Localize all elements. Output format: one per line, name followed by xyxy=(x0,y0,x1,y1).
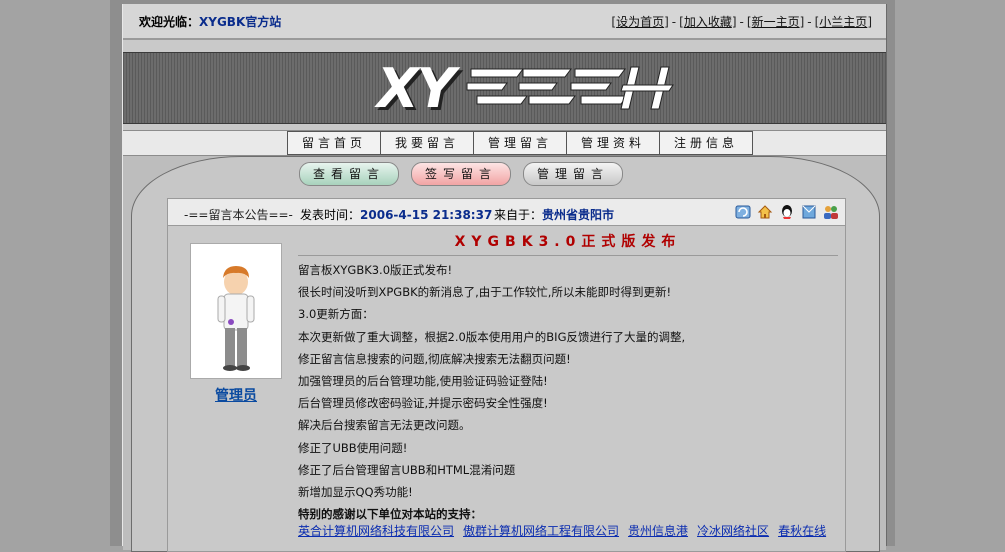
welcome-text: 欢迎光临：XYGBK官方站 xyxy=(139,13,281,30)
xiaolan-homepage-link[interactable]: 小兰主页 xyxy=(819,15,867,29)
view-messages-button[interactable]: 查看留言 xyxy=(299,162,399,186)
manage-messages-button[interactable]: 管理留言 xyxy=(523,162,623,186)
nav-manage-messages[interactable]: 管理留言 xyxy=(473,131,566,155)
avatar xyxy=(190,243,282,379)
message-line: 解决后台搜索留言无法更改问题。 xyxy=(298,418,471,433)
users-icon[interactable] xyxy=(823,204,839,220)
message-line: 新增加显示QQ秀功能! xyxy=(298,484,413,499)
message-line: 修正了UBB使用问题! xyxy=(298,440,408,455)
post-time: 发表时间：2006-4-15 21:38:37 xyxy=(300,206,492,223)
notice-panel: -==留言本公告==- 发表时间：2006-4-15 21:38:37 来自于：… xyxy=(167,198,846,552)
email-icon[interactable] xyxy=(801,204,817,220)
notice-panel-title: -==留言本公告==- xyxy=(184,208,293,222)
author-name[interactable]: 管理员 xyxy=(190,385,282,405)
nav-post[interactable]: 我要留言 xyxy=(380,131,473,155)
top-links: [设为首页] - [加入收藏] - [新一主页] - [小兰主页] xyxy=(611,15,872,29)
message-line: 留言板XYGBK3.0版正式发布! xyxy=(298,263,453,277)
top-bar: 欢迎光临：XYGBK官方站 [设为首页] - [加入收藏] - [新一主页] - [小兰主页… xyxy=(123,4,886,40)
message-line: 3.0更新方面： xyxy=(298,307,374,322)
banner: XY xyxy=(123,52,886,124)
sponsor-link-guizhou-info[interactable]: 贵州信息港 xyxy=(628,522,688,539)
sponsor-link-yinghe[interactable]: 英合计算机网络科技有限公司 xyxy=(298,522,454,539)
message-line: 修正留言信息搜索的问题,彻底解决搜索无法翻页问题! xyxy=(298,351,571,366)
site-name: XYGBK官方站 xyxy=(199,15,282,29)
page-frame: 欢迎光临：XYGBK官方站 [设为首页] - [加入收藏] - [新一主页] - [小兰主页… xyxy=(110,0,895,552)
nav-manage-profile[interactable]: 管理资料 xyxy=(566,131,659,155)
sponsor-link-lengbing[interactable]: 冷冰网络社区 xyxy=(697,522,769,539)
set-homepage-link[interactable]: 设为首页 xyxy=(616,15,664,29)
qq-icon[interactable] xyxy=(779,204,795,220)
refresh-icon[interactable] xyxy=(735,204,751,220)
avatar-figure xyxy=(217,266,255,371)
thanks-links: 英合计算机网络科技有限公司 傲群计算机网络工程有限公司 贵州信息港 冷冰网络社区… xyxy=(298,522,826,539)
post-from: 来自于：贵州省贵阳市 xyxy=(494,206,614,223)
welcome-prefix: 欢迎光临： xyxy=(139,15,200,29)
post-time-label: 发表时间： xyxy=(300,208,361,222)
message-title: XYGBK3.0正式版发布 xyxy=(298,231,838,256)
home-icon[interactable] xyxy=(757,204,773,220)
post-from-label: 来自于： xyxy=(494,208,543,222)
add-favorite-link[interactable]: 加入收藏 xyxy=(684,15,732,29)
nav-bar: 留言首页 我要留言 管理留言 管理资料 注册信息 xyxy=(123,130,886,156)
post-from-value: 贵州省贵阳市 xyxy=(542,208,615,222)
page-container: 欢迎光临：XYGBK官方站 [设为首页] - [加入收藏] - [新一主页] - [小兰主页… xyxy=(122,4,887,552)
nav-register[interactable]: 注册信息 xyxy=(659,131,753,155)
message-line: 加强管理员的后台管理功能,使用验证码验证登陆! xyxy=(298,373,548,388)
write-message-button[interactable]: 签写留言 xyxy=(411,162,511,186)
sponsor-link-chunqiu[interactable]: 春秋在线 xyxy=(778,522,826,539)
notice-header: -==留言本公告==- 发表时间：2006-4-15 21:38:37 来自于：… xyxy=(168,199,845,226)
message-line: 修正了后台管理留言UBB和HTML混淆问题 xyxy=(298,462,516,477)
post-time-value: 2006-4-15 21:38:37 xyxy=(360,208,493,222)
message-line: 很长时间没听到XPGBK的新消息了,由于工作较忙,所以未能即时得到更新! xyxy=(298,285,672,300)
header-icons xyxy=(735,204,839,220)
logo-text: XY xyxy=(377,57,456,120)
main-nav: 留言首页 我要留言 管理留言 管理资料 注册信息 xyxy=(287,131,753,155)
xinyi-homepage-link[interactable]: 新一主页 xyxy=(752,15,800,29)
message-body: 留言板XYGBK3.0版正式发布! 很长时间没听到XPGBK的新消息了,由于工作… xyxy=(298,259,838,525)
message-line: 后台管理员修改密码验证,并提示密码安全性强度! xyxy=(298,396,548,411)
nav-home[interactable]: 留言首页 xyxy=(287,131,380,155)
message-line: 本次更新做了重大调整，根据2.0版本使用用户的BIG反馈进行了大量的调整, xyxy=(298,329,686,344)
logo-graphic xyxy=(466,66,674,110)
sponsor-link-aoqun[interactable]: 傲群计算机网络工程有限公司 xyxy=(463,522,619,539)
